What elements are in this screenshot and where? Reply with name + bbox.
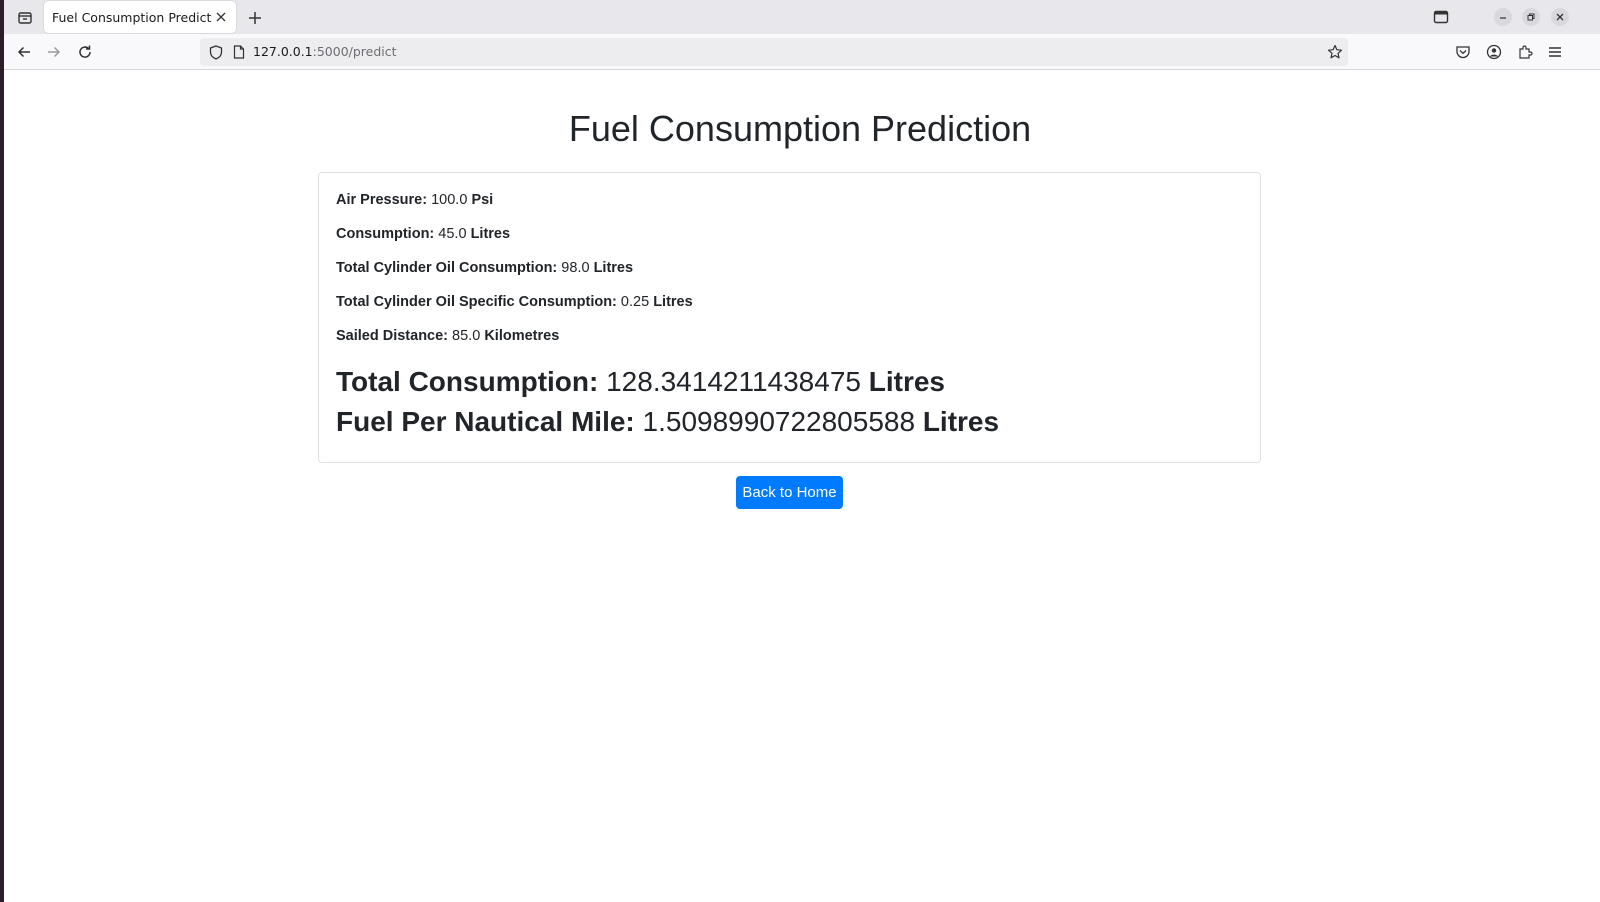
browser-tab[interactable]: Fuel Consumption Prediction <box>44 1 236 33</box>
result-unit: Litres <box>868 366 945 397</box>
back-to-home-button[interactable]: Back to Home <box>736 476 843 509</box>
window-close-icon[interactable] <box>1551 8 1569 26</box>
browser-tab-bar: Fuel Consumption Prediction <box>4 0 1600 34</box>
tab-list-icon[interactable] <box>12 7 38 29</box>
url-host: 127.0.0.1 <box>253 44 313 59</box>
input-unit: Psi <box>471 192 494 208</box>
input-unit: Litres <box>470 226 511 242</box>
input-label: Consumption: <box>336 226 435 242</box>
page-icon[interactable] <box>232 44 246 60</box>
input-unit: Kilometres <box>484 328 560 344</box>
reload-icon[interactable] <box>73 41 97 63</box>
input-value: 45.0 <box>438 226 467 242</box>
result-value: 1.5098990722805588 <box>642 406 916 437</box>
result-total-consumption: Total Consumption: 128.3414211438475 Lit… <box>336 366 945 398</box>
menu-icon[interactable] <box>1545 42 1565 62</box>
result-fuel-per-nautical-mile: Fuel Per Nautical Mile: 1.50989907228055… <box>336 406 999 438</box>
input-consumption: Consumption: 45.0 Litres <box>336 226 510 242</box>
back-arrow-icon[interactable] <box>12 41 36 63</box>
close-icon[interactable] <box>212 8 230 26</box>
browser-nav-bar: 127.0.0.1:5000/predict <box>4 34 1600 70</box>
forward-arrow-icon[interactable] <box>42 41 66 63</box>
shield-icon[interactable] <box>208 44 224 60</box>
input-label: Total Cylinder Oil Consumption: <box>336 260 558 276</box>
input-unit: Litres <box>653 294 693 310</box>
input-unit: Litres <box>593 260 634 276</box>
pocket-icon[interactable] <box>1453 42 1473 62</box>
extensions-icon[interactable] <box>1515 42 1535 62</box>
input-value: 0.25 <box>620 294 650 310</box>
tab-title: Fuel Consumption Prediction <box>52 9 212 25</box>
account-icon[interactable] <box>1484 42 1504 62</box>
bookmark-star-icon[interactable] <box>1326 43 1344 61</box>
tabs-overview-icon[interactable] <box>1430 7 1452 27</box>
restore-icon[interactable] <box>1522 8 1540 26</box>
result-value: 128.3414211438475 <box>606 366 861 397</box>
result-label: Total Consumption: <box>336 366 599 397</box>
input-value: 98.0 <box>561 260 590 276</box>
url-bar[interactable]: 127.0.0.1:5000/predict <box>200 38 1348 66</box>
result-card: Air Pressure: 100.0 Psi Consumption: 45.… <box>318 172 1261 463</box>
input-total-cylinder-oil-specific-consumption: Total Cylinder Oil Specific Consumption:… <box>336 294 693 310</box>
minimize-icon[interactable] <box>1494 8 1512 26</box>
input-total-cylinder-oil-consumption: Total Cylinder Oil Consumption: 98.0 Lit… <box>336 260 633 276</box>
url-text: 127.0.0.1:5000/predict <box>253 44 397 59</box>
input-sailed-distance: Sailed Distance: 85.0 Kilometres <box>336 328 559 344</box>
page-title: Fuel Consumption Prediction <box>568 108 1032 149</box>
new-tab-icon[interactable] <box>244 7 266 29</box>
input-value: 100.0 <box>431 192 468 208</box>
result-label: Fuel Per Nautical Mile: <box>336 406 635 437</box>
result-unit: Litres <box>922 406 1000 437</box>
input-air-pressure: Air Pressure: 100.0 Psi <box>336 192 493 208</box>
input-label: Total Cylinder Oil Specific Consumption: <box>336 294 617 310</box>
url-path: :5000/predict <box>312 44 397 59</box>
input-label: Sailed Distance: <box>336 328 449 344</box>
input-value: 85.0 <box>452 328 481 344</box>
input-label: Air Pressure: <box>336 192 428 208</box>
